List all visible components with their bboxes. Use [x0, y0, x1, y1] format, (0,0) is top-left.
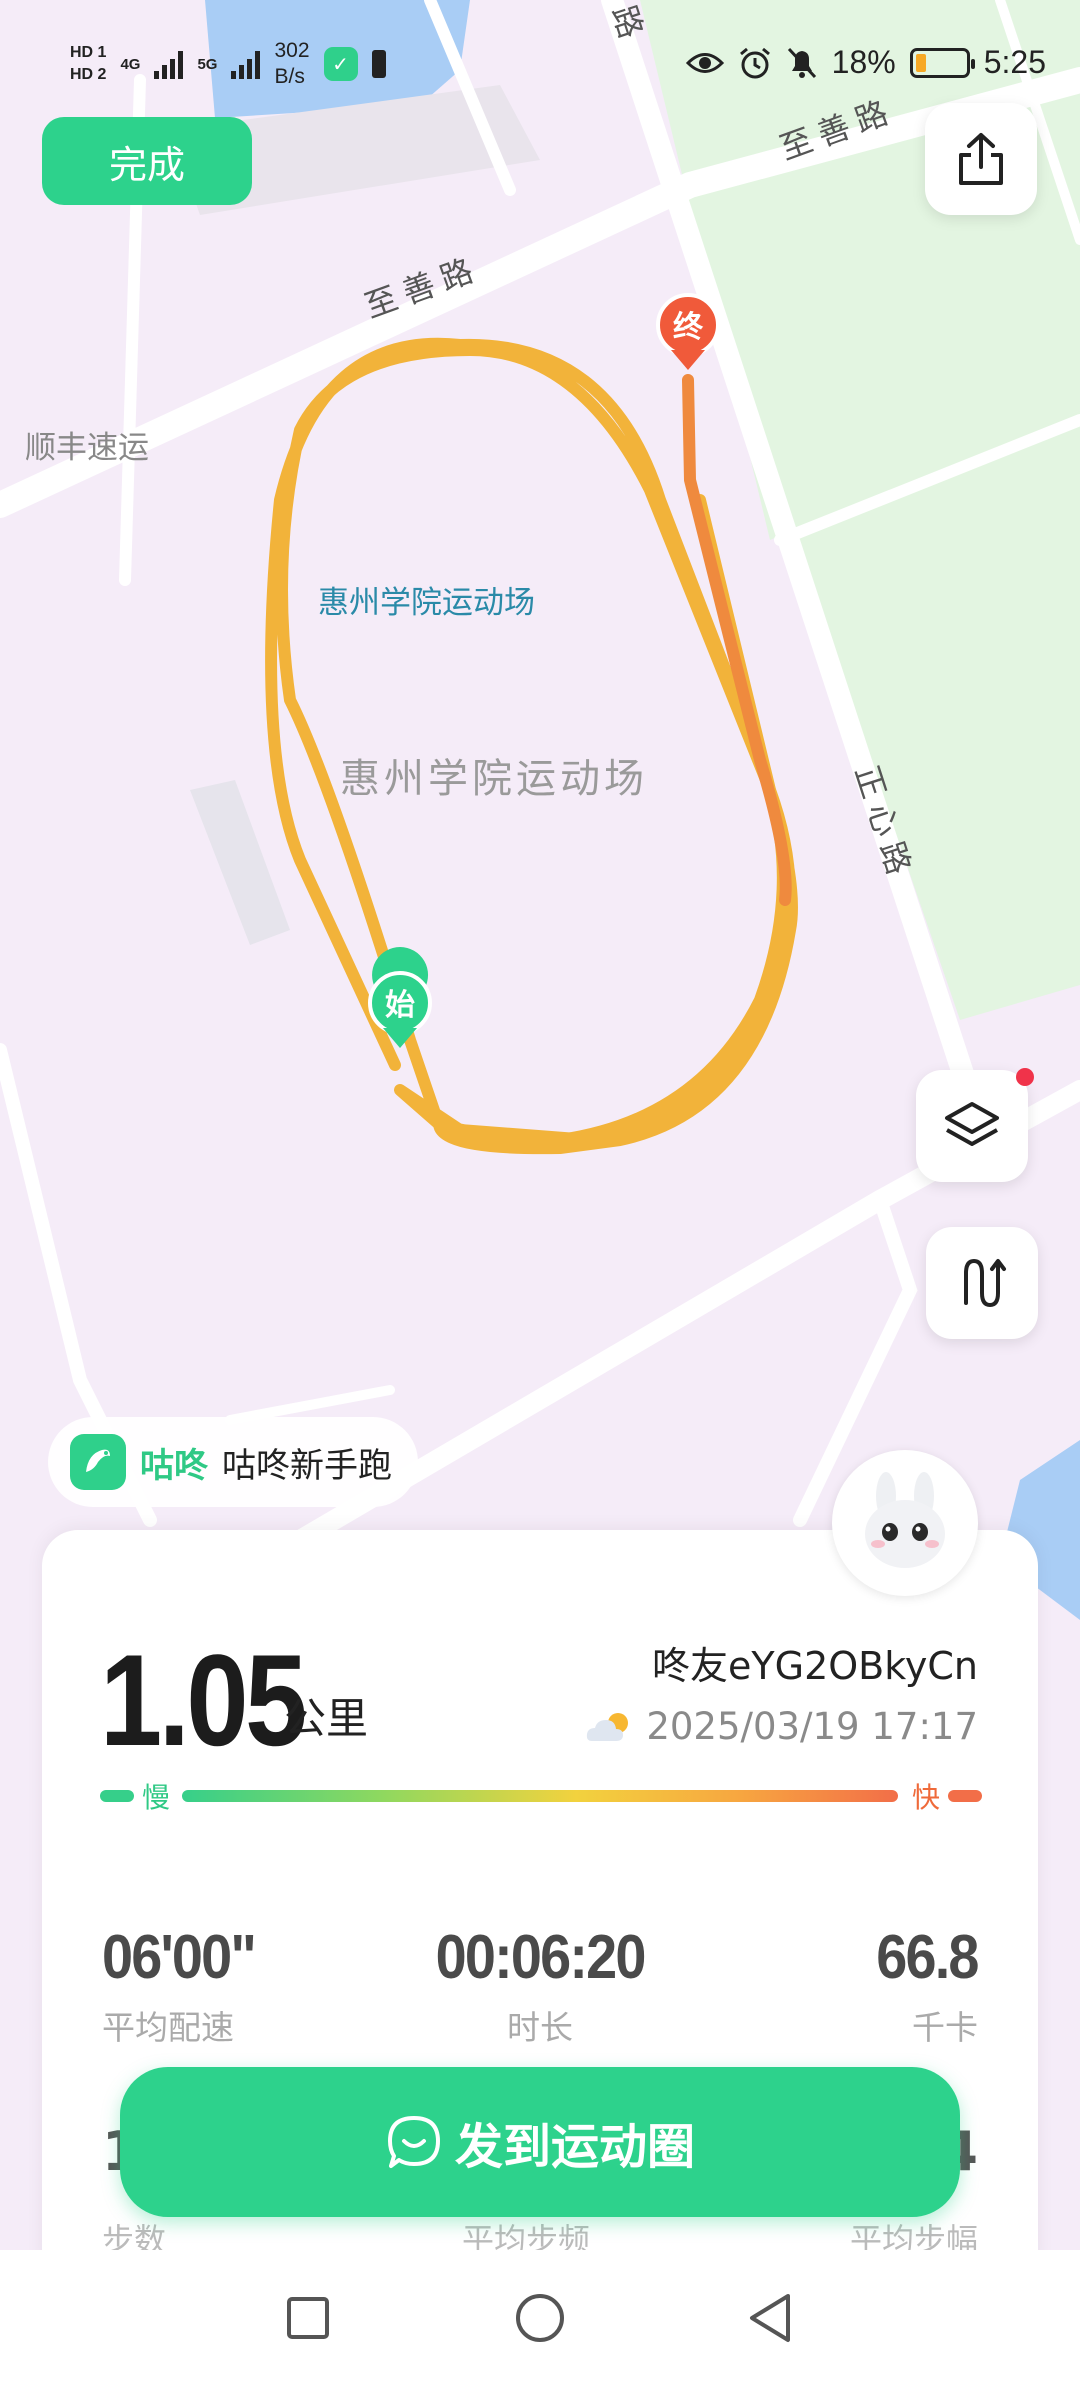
- poi-label: 顺丰速运: [25, 430, 149, 466]
- hd-indicator: HD 1 HD 2: [70, 42, 106, 86]
- poi-label: 惠州学院运动场: [318, 585, 535, 621]
- status-bar: HD 1 HD 2 4G 5G 302 B/s ✓ 18% 5:25: [0, 0, 1080, 120]
- done-button[interactable]: 完成: [42, 117, 252, 205]
- mascot-avatar[interactable]: [832, 1450, 978, 1596]
- start-marker-label: 始: [385, 988, 415, 1023]
- stat-calories: 66.8 千卡: [865, 1922, 980, 2049]
- weather-partly-cloudy-icon: [587, 1712, 629, 1741]
- distance-unit: 公里: [284, 1694, 369, 1743]
- layers-icon: [945, 1102, 999, 1146]
- stat-duration: 00:06:20 时长: [380, 1922, 700, 2049]
- distance-value: 1.05: [100, 1627, 307, 1773]
- system-nav-bar: [0, 2250, 1080, 2388]
- brand-tagline: 咕咚新手跑: [222, 1445, 392, 1486]
- app-notification-icon: ✓: [323, 47, 358, 81]
- notification-dot: [1016, 1068, 1034, 1086]
- post-to-feed-button[interactable]: 发到运动圈: [120, 2067, 960, 2217]
- pace-slow-label: 慢: [142, 1781, 171, 1814]
- end-marker-label: 终: [673, 310, 704, 345]
- pace-scale: 慢 快: [100, 1776, 982, 1816]
- pace-scale-start: [100, 1790, 134, 1802]
- network-speed-unit: B/s: [274, 65, 305, 88]
- clock: 5:25: [983, 44, 1046, 80]
- pace-fast-label: 快: [912, 1781, 941, 1814]
- signal-icon: [154, 49, 184, 79]
- route-toggle-button[interactable]: [926, 1227, 1038, 1339]
- codoon-logo-icon: [70, 1434, 126, 1490]
- share-button[interactable]: [925, 103, 1037, 215]
- network-speed: 302 B/s: [274, 38, 309, 90]
- stat-value: 06'00": [102, 1923, 257, 1992]
- stat-value: 66.8: [876, 1923, 980, 1992]
- mascot-icon: [865, 1472, 945, 1568]
- square-icon: [287, 2297, 329, 2339]
- recents-button[interactable]: [278, 2288, 338, 2348]
- battery-alert-icon: [371, 50, 386, 78]
- battery-icon: [909, 47, 975, 78]
- workout-datetime-row: 2025/03/19 17:17: [584, 1705, 978, 1748]
- stat-label: 时长: [507, 2008, 573, 2047]
- stat-value: 00:06:20: [435, 1923, 647, 1992]
- share-icon: [959, 133, 1003, 185]
- network-type-1: 4G: [120, 55, 141, 73]
- poi-label: 惠州学院运动场: [340, 756, 648, 802]
- username: 咚友eYG2OBkyCn: [652, 1644, 978, 1688]
- chat-bubble-icon: [387, 2116, 440, 2168]
- signal-icon: [231, 49, 261, 79]
- back-button[interactable]: [740, 2288, 800, 2348]
- battery-percent: 18%: [831, 44, 896, 80]
- map-layers-button[interactable]: [916, 1068, 1034, 1182]
- stat-label: 千卡: [912, 2008, 978, 2047]
- post-button-label: 发到运动圈: [454, 2119, 695, 2175]
- stat-label: 平均配速: [102, 2008, 234, 2047]
- circle-icon: [516, 2294, 564, 2342]
- hd2-label: HD 2: [70, 66, 107, 83]
- brand-name: 咕咚: [140, 1445, 208, 1486]
- eye-icon: [685, 52, 724, 73]
- pace-scale-end: [948, 1790, 982, 1802]
- mute-icon: [787, 47, 816, 78]
- triangle-back-icon: [750, 2294, 790, 2342]
- network-type-2: 5G: [197, 55, 218, 73]
- pace-gradient-bar: [182, 1790, 898, 1802]
- status-left: HD 1 HD 2 4G 5G 302 B/s ✓: [70, 38, 386, 90]
- hd1-label: HD 1: [70, 44, 107, 61]
- home-button[interactable]: [510, 2288, 570, 2348]
- route-icon: [964, 1258, 1006, 1308]
- status-right: 18% 5:25: [685, 44, 1046, 81]
- stat-avg-pace: 06'00" 平均配速: [102, 1922, 272, 2049]
- alarm-icon: [739, 47, 770, 78]
- workout-datetime: 2025/03/19 17:17: [646, 1705, 978, 1748]
- brand-chip: 咕咚 咕咚新手跑: [48, 1417, 418, 1507]
- network-speed-value: 302: [274, 39, 310, 62]
